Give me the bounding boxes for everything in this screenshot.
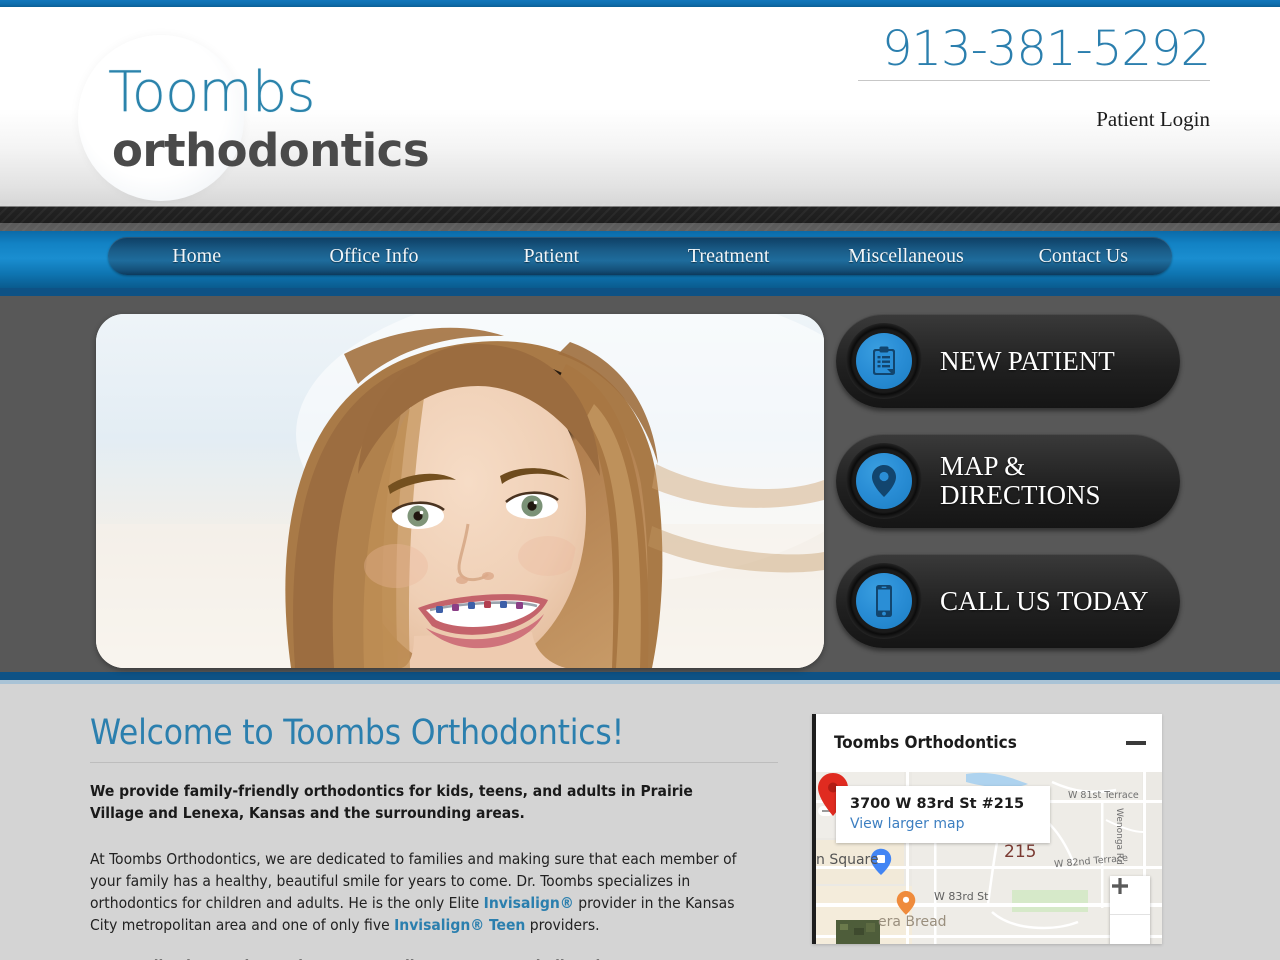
page-title: Welcome to Toombs Orthodontics! bbox=[90, 713, 625, 753]
map-info-window: 3700 W 83rd St #215 View larger map bbox=[836, 786, 1050, 843]
call-us-today-button[interactable]: CALL US TODAY bbox=[836, 554, 1180, 648]
decorative-stripe-band bbox=[0, 203, 1280, 231]
nav-item-office-info[interactable]: Office Info bbox=[285, 245, 462, 268]
sidebar-column: Toombs Orthodontics 215 W 81st Terrace W… bbox=[786, 714, 1280, 960]
map-widget: Toombs Orthodontics 215 W 81st Terrace W… bbox=[812, 714, 1162, 944]
map-place-label: era Bread bbox=[878, 914, 947, 930]
hero-photo-illustration bbox=[96, 314, 824, 668]
nav-item-contact-us[interactable]: Contact Us bbox=[995, 245, 1172, 268]
map-collapse-icon[interactable] bbox=[1126, 741, 1146, 745]
mobile-phone-icon bbox=[856, 573, 912, 629]
view-larger-map-link[interactable]: View larger map bbox=[850, 816, 1038, 832]
map-directions-button[interactable]: MAP & DIRECTIONS bbox=[836, 434, 1180, 528]
nav-item-miscellaneous[interactable]: Miscellaneous bbox=[817, 245, 994, 268]
content-column: Welcome to Toombs Orthodontics! We provi… bbox=[0, 714, 786, 960]
intro-paragraph-part3: providers. bbox=[525, 916, 600, 935]
new-patient-label: NEW PATIENT bbox=[940, 345, 1115, 376]
map-directions-label: MAP & DIRECTIONS bbox=[940, 452, 1101, 510]
logo-secondary-text: orthodontics bbox=[112, 124, 430, 177]
site-header: Toombs orthodontics 913-381-5292 Patient… bbox=[0, 7, 1280, 203]
map-widget-title: Toombs Orthodontics bbox=[834, 733, 1017, 753]
map-widget-header: Toombs Orthodontics bbox=[816, 714, 1162, 772]
nav-pill: Home Office Info Patient Treatment Misce… bbox=[108, 237, 1172, 275]
map-marker-number: 215 bbox=[1004, 842, 1037, 862]
map-street-label: W 81st Terrace bbox=[1068, 790, 1139, 801]
phone-number[interactable]: 913-381-5292 bbox=[858, 23, 1211, 76]
new-patient-button[interactable]: NEW PATIENT bbox=[836, 314, 1180, 408]
hero-section: NEW PATIENT MAP & DIRECTIONS CALL US TOD… bbox=[0, 296, 1280, 672]
nav-item-patient[interactable]: Patient bbox=[463, 245, 640, 268]
minus-icon bbox=[1112, 884, 1128, 888]
map-zoom-out-button[interactable] bbox=[1110, 884, 1150, 944]
invisalign-teen-link[interactable]: Invisalign® Teen bbox=[394, 916, 525, 934]
map-zoom-controls bbox=[1110, 876, 1150, 944]
map-directions-label-line1: MAP & bbox=[940, 451, 1026, 482]
map-directions-label-line2: DIRECTIONS bbox=[940, 480, 1101, 510]
patient-login-link[interactable]: Patient Login bbox=[858, 107, 1210, 132]
map-street-label: Wenonga Rd bbox=[1114, 808, 1124, 865]
intro-paragraph: At Toombs Orthodontics, we are dedicated… bbox=[90, 848, 762, 936]
hero-photo bbox=[96, 314, 824, 668]
nav-item-home[interactable]: Home bbox=[108, 245, 285, 268]
poi-marker-icon-orange bbox=[896, 891, 916, 915]
intro-lead-text: We provide family-friendly orthodontics … bbox=[90, 781, 693, 823]
map-canvas[interactable]: 215 W 81st Terrace W 82nd Terrace W 83rd… bbox=[816, 772, 1162, 944]
map-place-label: n Square bbox=[816, 852, 879, 868]
logo-primary-text: Toombs bbox=[108, 60, 316, 125]
page-title-divider bbox=[90, 761, 778, 763]
phone-divider bbox=[858, 79, 1210, 81]
main-navigation-bar: Home Office Info Patient Treatment Misce… bbox=[0, 231, 1280, 288]
main-content: Welcome to Toombs Orthodontics! We provi… bbox=[0, 684, 1280, 960]
call-us-today-label: CALL US TODAY bbox=[940, 585, 1149, 616]
map-pin-icon bbox=[856, 453, 912, 509]
nav-item-treatment[interactable]: Treatment bbox=[640, 245, 817, 268]
top-accent-bar bbox=[0, 0, 1280, 7]
map-street-label: W 83rd St bbox=[934, 890, 989, 903]
site-logo[interactable]: Toombs orthodontics bbox=[108, 60, 430, 177]
header-contact-block: 913-381-5292 Patient Login bbox=[858, 23, 1211, 132]
clipboard-icon bbox=[856, 333, 912, 389]
call-us-today-badge bbox=[846, 563, 922, 639]
hero-cta-stack: NEW PATIENT MAP & DIRECTIONS CALL US TOD… bbox=[836, 314, 1180, 674]
map-directions-badge bbox=[846, 443, 922, 519]
invisalign-link[interactable]: Invisalign® bbox=[484, 894, 574, 912]
new-patient-badge bbox=[846, 323, 922, 399]
map-address: 3700 W 83rd St #215 bbox=[850, 796, 1025, 812]
hero-top-divider bbox=[0, 288, 1280, 296]
